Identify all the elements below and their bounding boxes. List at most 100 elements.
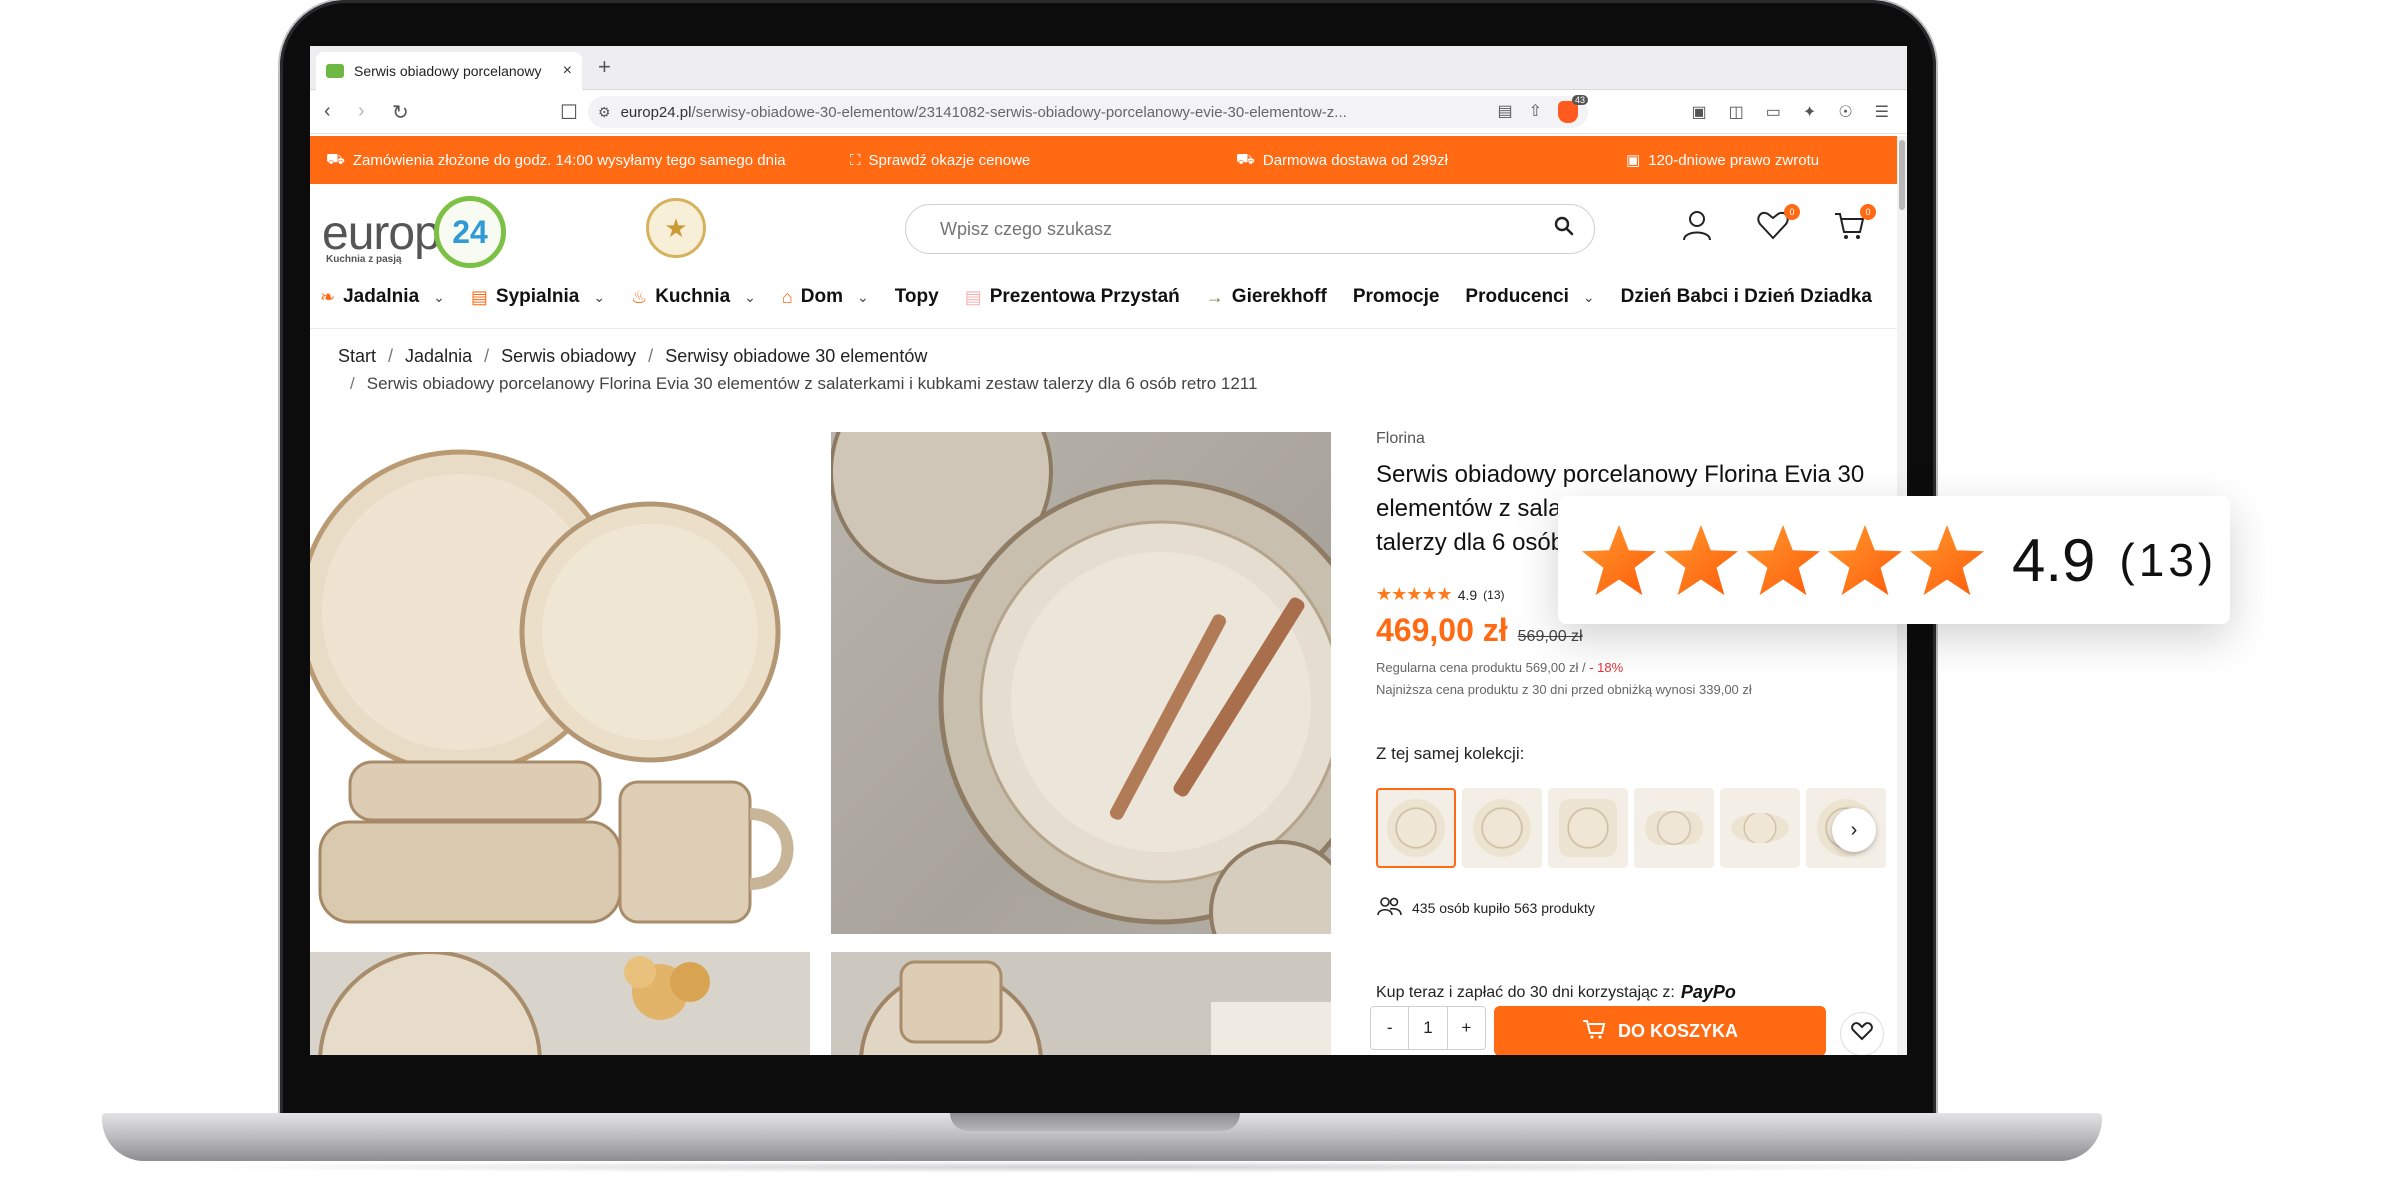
collection-thumbnail[interactable]	[1376, 788, 1456, 868]
menu-item-jadalnia[interactable]: ❧ Jadalnia ⌄	[320, 286, 445, 308]
menu-label: Dzień Babci i Dzień Dziadka	[1620, 286, 1872, 307]
back-icon[interactable]: ‹	[324, 100, 331, 123]
star-icon	[1663, 524, 1739, 596]
gift-icon: ▤	[964, 286, 982, 307]
promo-text: Sprawdź okazje cenowe	[868, 151, 1031, 169]
sidebar-icon[interactable]: ◫	[1729, 102, 1744, 122]
collection-thumbnail[interactable]	[1634, 788, 1714, 868]
promo-item-returns[interactable]: ▣ 120-dniowe prawo zwrotu	[1626, 151, 1819, 170]
brave-shields-icon[interactable]: 43	[1558, 95, 1588, 123]
cart-icon	[1582, 1018, 1606, 1045]
wallet-icon[interactable]: ▭	[1766, 102, 1781, 122]
menu-label: Dom	[800, 286, 843, 307]
buyers-info: 435 osób kupiło 563 produkty	[1376, 896, 1595, 919]
forward-icon[interactable]: ›	[358, 100, 365, 123]
url-field[interactable]: ⚙ europ24.pl/serwisy-obiadowe-30-element…	[588, 95, 1588, 128]
award-medal-icon: ★	[646, 198, 706, 258]
logo-tagline: Kuchnia z pasją	[326, 254, 402, 265]
menu-label: Sypialnia	[495, 286, 580, 307]
search-input[interactable]	[940, 218, 1554, 240]
thumbnails-next-button[interactable]: ›	[1832, 808, 1876, 852]
star-icon	[1827, 524, 1903, 596]
menu-item-topy[interactable]: Topy	[895, 286, 939, 308]
menu-item-promocje[interactable]: Promocje	[1353, 286, 1440, 308]
collection-thumbnail[interactable]	[1462, 788, 1542, 868]
product-brand[interactable]: Florina	[1376, 430, 1425, 448]
menu-icon[interactable]: ☰	[1875, 102, 1889, 122]
price-row: 469,00 zł 569,00 zł	[1376, 612, 1583, 649]
menu-item-producenci[interactable]: Producenci ⌄	[1465, 286, 1594, 308]
product-rating[interactable]: ★★★★★ 4.9 (13)	[1376, 584, 1505, 605]
wishlist-icon[interactable]: 0	[1756, 204, 1800, 250]
site-settings-icon[interactable]: ⚙	[598, 104, 611, 121]
account-icon[interactable]	[1680, 208, 1714, 250]
star-icon	[1909, 524, 1985, 596]
scrollbar-thumb[interactable]	[1899, 140, 1905, 210]
old-price: 569,00 zł	[1517, 628, 1583, 645]
regular-price-note: Regularna cena produktu 569,00 zł / - 18…	[1376, 660, 1623, 675]
paypo-logo: PayPo	[1680, 982, 1736, 1002]
add-to-wishlist-button[interactable]	[1840, 1012, 1884, 1055]
product-image-3[interactable]	[310, 952, 810, 1055]
reader-mode-icon[interactable]: ▤	[1497, 101, 1512, 123]
thumbnail-image	[1645, 811, 1703, 845]
chevron-down-icon: ⌄	[433, 288, 445, 305]
quantity-decrease-button[interactable]: -	[1371, 1018, 1408, 1038]
menu-item-dzien-babci[interactable]: Dzień Babci i Dzień Dziadka	[1621, 286, 1872, 308]
gierekhoff-logo-icon: →	[1205, 286, 1224, 307]
site-logo[interactable]: europ 24 Kuchnia z pasją	[322, 196, 512, 276]
header-divider	[310, 328, 1897, 329]
browser-tab[interactable]: Serwis obiadowy porcelanowy ×	[316, 52, 582, 90]
menu-item-gierekhoff[interactable]: → Gierekhoff	[1206, 286, 1327, 308]
menu-item-kuchnia[interactable]: ♨ Kuchnia ⌄	[631, 286, 756, 308]
quantity-stepper: - 1 +	[1370, 1006, 1486, 1050]
add-to-cart-button[interactable]: DO KOSZYKA	[1494, 1006, 1826, 1055]
promo-item-shipping-today[interactable]: ⛟ Zamówienia złożone do godz. 14:00 wysy…	[326, 151, 786, 170]
url-text: europ24.pl/serwisy-obiadowe-30-elementow…	[621, 104, 1498, 121]
return-box-icon: ▣	[1626, 152, 1641, 169]
close-icon[interactable]: ×	[563, 62, 572, 80]
menu-item-sypialnia[interactable]: ▤ Sypialnia ⌄	[471, 286, 605, 308]
breadcrumb-link[interactable]: Serwisy obiadowe 30 elementów	[665, 346, 927, 366]
vpn-icon[interactable]: ☉	[1838, 102, 1852, 122]
bookmark-icon[interactable]: ☐	[560, 100, 578, 125]
product-image-secondary[interactable]	[831, 432, 1331, 934]
star-icon	[1581, 524, 1657, 596]
browser-toolbar-right: ▣ ◫ ▭ ✦ ☉ ☰	[1692, 102, 1889, 122]
wishlist-count-badge: 0	[1784, 204, 1800, 220]
thumbnail-image	[1473, 799, 1531, 857]
promo-item-deals[interactable]: ⛶ Sprawdź okazje cenowe	[850, 152, 1030, 169]
new-tab-button[interactable]: +	[598, 54, 611, 80]
heart-icon	[1851, 1021, 1873, 1047]
menu-item-dom[interactable]: ⌂ Dom ⌄	[782, 286, 869, 308]
truck-icon: ⛟	[326, 150, 345, 168]
thumbnail-image	[1559, 799, 1617, 857]
thumbnail-image	[1387, 799, 1445, 857]
cart-icon[interactable]: 0	[1832, 204, 1876, 250]
laptop-notch	[950, 1113, 1240, 1131]
search-bar	[905, 204, 1595, 254]
search-icon[interactable]	[1554, 216, 1574, 242]
collection-thumbnail[interactable]	[1720, 788, 1800, 868]
quantity-increase-button[interactable]: +	[1448, 1018, 1485, 1038]
reload-icon[interactable]: ↻	[392, 100, 409, 125]
shields-count-badge: 43	[1571, 95, 1588, 105]
screenshot-icon[interactable]: ▣	[1692, 102, 1707, 122]
promo-item-free-delivery[interactable]: ⛟ Darmowa dostawa od 299zł	[1236, 151, 1448, 170]
product-title-line: talerzy dla 6 osób	[1376, 529, 1565, 556]
ai-assistant-icon[interactable]: ✦	[1803, 102, 1816, 122]
share-icon[interactable]: ⇧	[1529, 101, 1542, 123]
lowest-price-note: Najniższa cena produktu z 30 dni przed o…	[1376, 682, 1752, 697]
product-image-main[interactable]	[310, 432, 810, 934]
quantity-input[interactable]: 1	[1408, 1007, 1448, 1049]
breadcrumb-link[interactable]: Start	[338, 346, 376, 366]
rating-stars	[1580, 521, 1986, 599]
truck-icon: ⛟	[1236, 150, 1255, 168]
breadcrumb-current: / Serwis obiadowy porcelanowy Florina Evi…	[350, 374, 1257, 394]
regular-price-text: Regularna cena produktu 569,00 zł /	[1376, 660, 1590, 675]
product-image-4[interactable]	[831, 952, 1331, 1055]
collection-thumbnail[interactable]	[1548, 788, 1628, 868]
breadcrumb-link[interactable]: Jadalnia	[405, 346, 472, 366]
menu-item-prezentowa-przystan[interactable]: ▤ Prezentowa Przystań	[965, 286, 1180, 308]
breadcrumb-link[interactable]: Serwis obiadowy	[501, 346, 636, 366]
